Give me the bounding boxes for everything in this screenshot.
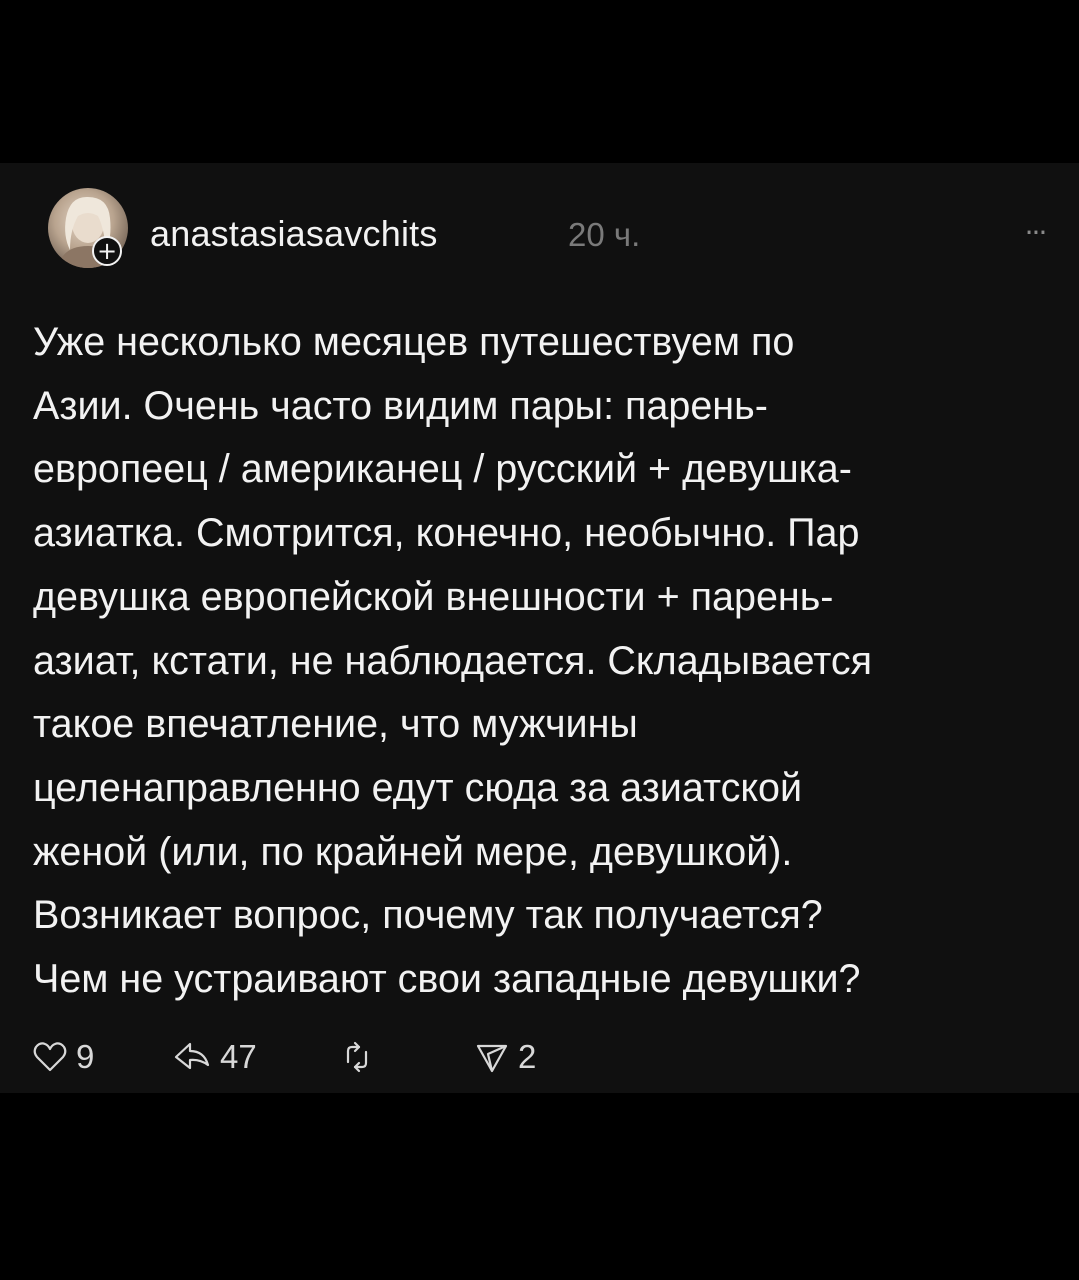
post-text-line: Уже несколько месяцев путешествуем по [33, 320, 795, 364]
repost-button[interactable] [337, 1033, 383, 1081]
post-text-line: европеец / американец / русский + девушк… [33, 447, 852, 492]
post-text-line: такое впечатление, что мужчины [33, 702, 638, 747]
heart-icon [30, 1037, 70, 1077]
like-button[interactable]: 9 [30, 1033, 94, 1081]
post-timestamp: 20 ч. [568, 216, 641, 253]
share-button[interactable]: 2 [472, 1033, 536, 1081]
comment-button[interactable]: 47 [170, 1033, 257, 1081]
post-text-line: Возникает вопрос, почему так получается? [33, 893, 823, 938]
send-icon [472, 1037, 512, 1077]
avatar[interactable]: + [48, 188, 128, 268]
post-text-line: азиат, кстати, не наблюдается. Складывае… [33, 638, 873, 683]
follow-plus-icon[interactable]: + [92, 236, 122, 266]
more-options-icon[interactable]: ... [1015, 211, 1055, 245]
share-count: 2 [518, 1038, 537, 1075]
repost-icon [337, 1037, 377, 1077]
post-text-line: девушка европейской внешности + парень- [33, 574, 834, 619]
comment-icon [170, 1037, 214, 1077]
username[interactable]: anastasiasavchits [150, 213, 438, 255]
post-text-line: целенаправленно едут сюда за азиатской [33, 765, 803, 810]
post-text-line: женой (или, по крайней мере, девушкой). [33, 829, 793, 874]
comment-count: 47 [220, 1038, 257, 1075]
post-body: Уже несколько месяцев путешествуем по Ази… [33, 311, 1073, 1012]
thread-post: + anastasiasavchits 20 ч. ... Уже нескол… [0, 163, 1079, 1093]
post-text-line: Чем не устраивают свои западные девушки? [33, 957, 861, 1002]
post-text-line: Азии. Очень часто видим пары: парень- [33, 383, 768, 428]
post-header: + anastasiasavchits 20 ч. ... [0, 163, 1079, 303]
action-bar: 9 47 2 [30, 1033, 630, 1081]
screen: + anastasiasavchits 20 ч. ... Уже нескол… [0, 0, 1079, 1280]
post-text-line: азиатка. Смотрится, конечно, необычно. П… [33, 511, 860, 556]
like-count: 9 [76, 1038, 95, 1075]
